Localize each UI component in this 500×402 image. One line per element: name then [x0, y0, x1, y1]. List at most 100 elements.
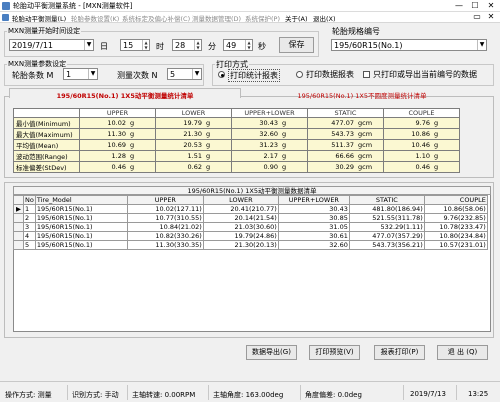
cell-static: 521.55(311.78) [348, 213, 425, 223]
current-only-checkbox[interactable] [363, 71, 370, 78]
stats-cell: 21.30 g [155, 128, 232, 140]
status-divider [127, 385, 128, 400]
row-selector-icon[interactable]: ▶ [13, 204, 24, 214]
status-divider [300, 385, 301, 400]
status-date: 2019/7/13 [410, 390, 446, 398]
stats-cell: 19.79 g [155, 117, 232, 129]
stats-value: 31.23 [259, 141, 278, 149]
close-button[interactable]: ✕ [484, 0, 498, 11]
hour-stepper[interactable]: 15 ▲ ▼ [120, 39, 150, 51]
exit-button[interactable]: 退 出 (Q) [437, 345, 488, 360]
chevron-down-icon[interactable]: ▼ [477, 40, 486, 50]
row-selector[interactable] [13, 222, 24, 232]
row-selector[interactable] [13, 213, 24, 223]
hour-label: 时 [156, 42, 164, 51]
tire-count-label: 轮胎条数 M [12, 71, 54, 80]
spec-select[interactable]: 195/60R15(No.1) ▼ [331, 39, 487, 51]
date-picker[interactable]: 2019/7/11 ▼ [9, 39, 94, 51]
cell-upper: 10.82(330.26) [126, 231, 204, 241]
menu-about[interactable]: 关于(A) [285, 13, 308, 23]
stats-value: 30.43 [259, 119, 278, 127]
save-button[interactable]: 保存 [279, 37, 314, 53]
menu-protection[interactable]: 系统保护(P) [245, 13, 280, 23]
stats-unit: gcm [358, 130, 373, 138]
stats-value: 1.10 [415, 152, 430, 160]
stats-value: 19.79 [183, 119, 202, 127]
row-selector[interactable] [13, 231, 24, 241]
cell-static: 543.73(356.21) [348, 240, 425, 250]
mdi-close-button[interactable]: ✕ [484, 12, 498, 22]
print-stats-label[interactable]: 打印统计报表 [228, 69, 280, 82]
minute-stepper[interactable]: 28 ▲ ▼ [172, 39, 202, 51]
print-data-radio[interactable] [296, 71, 303, 78]
status-spindle-speed: 主轴转速: 0.00RPM [132, 391, 196, 399]
stats-unit: g [282, 119, 287, 127]
stats-corner [13, 108, 80, 118]
print-data-label[interactable]: 打印数据报表 [306, 69, 354, 80]
cell-upper-lower: 30.43 [277, 204, 350, 214]
menu-measure[interactable]: 轮胎动平衡测量(L) [12, 13, 66, 23]
export-button[interactable]: 数据导出(G) [246, 345, 297, 360]
spin-arrows-icon[interactable]: ▲ ▼ [194, 40, 201, 50]
stats-cell: 10.02 g [79, 117, 156, 129]
stats-cell: 1.28 g [79, 150, 156, 162]
mdi-restore-button[interactable]: ▭ [470, 12, 484, 22]
stats-value: 10.86 [411, 130, 430, 138]
grid-col-couple[interactable]: COUPLE [423, 195, 488, 205]
spin-arrows-icon[interactable]: ▲ ▼ [142, 40, 149, 50]
second-stepper[interactable]: 49 ▲ ▼ [223, 39, 253, 51]
stats-value: 0.90 [263, 163, 278, 171]
menu-tire-params[interactable]: 轮胎参数设置(K) [71, 13, 119, 23]
current-only-label[interactable]: 只打印或导出当前编号的数据 [373, 69, 477, 80]
grid-col-lower[interactable]: LOWER [202, 195, 279, 205]
stats-unit: gcm [358, 163, 373, 171]
table-row[interactable]: 4 195/60R15(No.1) 10.82(330.26) 19.79(24… [13, 231, 488, 241]
stats-row-label: 平均值(Mean) [13, 139, 80, 151]
stats-row-label: 波动范围(Range) [13, 150, 80, 162]
cell-couple: 10.80(234.84) [423, 231, 488, 241]
report-print-button[interactable]: 报表打印(P) [374, 345, 425, 360]
tab-dynamic-balance[interactable]: 195/60R15(No.1) 1X5动平衡测量统计清单 [9, 88, 241, 100]
stats-unit: g [130, 119, 135, 127]
minimize-button[interactable]: — [452, 0, 466, 11]
menu-exit[interactable]: 退出(X) [313, 13, 336, 23]
table-row[interactable]: 2 195/60R15(No.1) 10.77(310.55) 20.14(21… [13, 213, 488, 223]
cell-upper: 10.84(21.02) [126, 222, 204, 232]
grid-col-no[interactable]: No [23, 195, 36, 205]
tab-roundness[interactable]: 195/60R15(No.1) 1X5不圆度测量统计清单 [242, 90, 482, 100]
status-divider [67, 385, 68, 400]
stats-cell: 10.46 g [383, 139, 460, 151]
menu-data-mgmt[interactable]: 测量数据管理(D) [192, 13, 241, 23]
stats-unit: g [434, 152, 439, 160]
maximize-button[interactable]: ☐ [468, 0, 482, 11]
status-bar: 操作方式: 测量 识别方式: 手动 主轴转速: 0.00RPM 主轴角度: 16… [0, 381, 500, 402]
table-row[interactable]: ▶ 1 195/60R15(No.1) 10.02(127.11) 20.41(… [13, 204, 488, 214]
stats-cell: 30.43 g [231, 117, 308, 129]
grid-col-upper-lower[interactable]: UPPER+LOWER [277, 195, 350, 205]
cell-upper-lower: 30.85 [277, 213, 350, 223]
time-group-label: MXN测量开始时间设定 [7, 26, 82, 36]
menu-calibration[interactable]: 系统标定及偏心补偿(C) [122, 13, 190, 23]
measure-times-select[interactable]: 5 ▼ [167, 68, 202, 80]
chevron-down-icon[interactable]: ▼ [84, 40, 93, 50]
print-stats-radio[interactable] [218, 71, 225, 78]
row-selector[interactable] [13, 240, 24, 250]
stats-value: 543.73 [331, 130, 354, 138]
stats-value: 66.66 [335, 152, 354, 160]
cell-static: 477.07(357.29) [348, 231, 425, 241]
grid-col-model[interactable]: Tire_Model [34, 195, 128, 205]
stats-unit: g [434, 141, 439, 149]
print-preview-button[interactable]: 打印预览(V) [309, 345, 360, 360]
stats-unit: g [206, 152, 211, 160]
tire-count-select[interactable]: 1 ▼ [63, 68, 98, 80]
chevron-down-icon[interactable]: ▼ [88, 69, 97, 79]
grid-col-upper[interactable]: UPPER [126, 195, 204, 205]
table-row[interactable]: 3 195/60R15(No.1) 10.84(21.02) 21.03(30.… [13, 222, 488, 232]
second-value: 49 [226, 41, 237, 50]
data-grid[interactable]: No Tire_Model UPPER LOWER UPPER+LOWER ST… [13, 195, 488, 250]
chevron-down-icon[interactable]: ▼ [192, 69, 201, 79]
stats-row: 最小值(Minimum) 10.02 g 19.79 g 30.43 g 477.07… [13, 117, 460, 129]
spin-arrows-icon[interactable]: ▲ ▼ [245, 40, 252, 50]
grid-col-static[interactable]: STATIC [348, 195, 425, 205]
table-row[interactable]: 5 195/60R15(No.1) 11.30(330.35) 21.30(20… [13, 240, 488, 250]
